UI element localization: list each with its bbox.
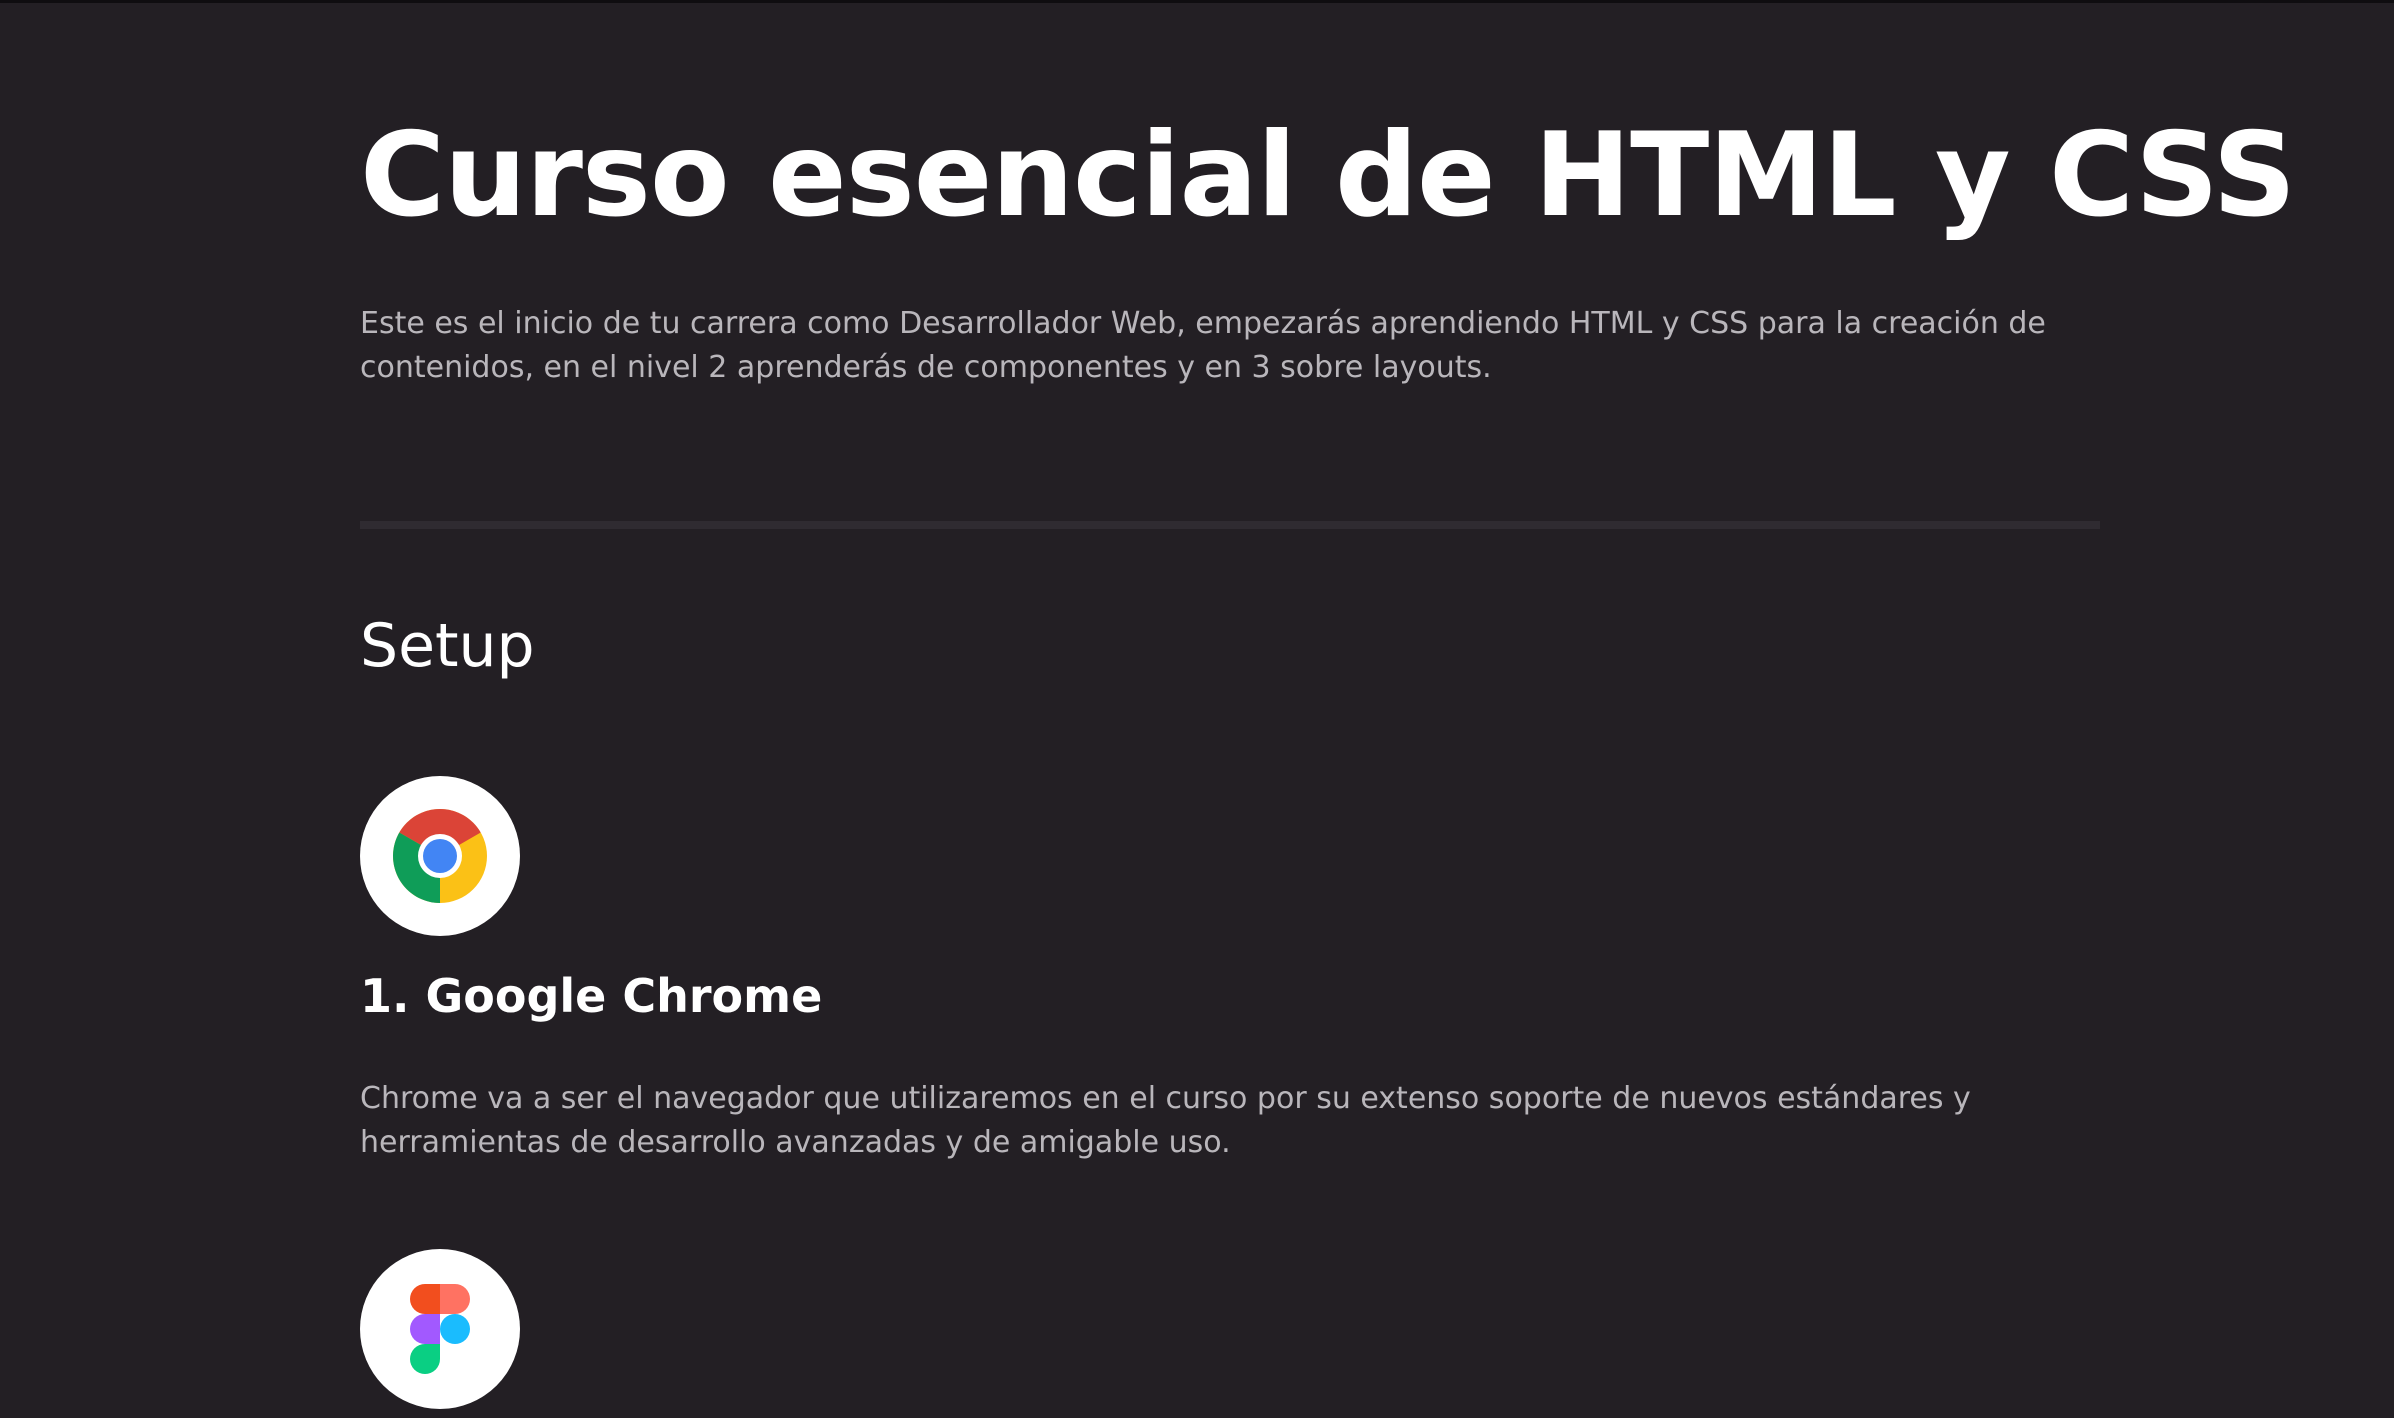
- figma-logo: [360, 1249, 520, 1409]
- chrome-icon: [393, 809, 487, 903]
- figma-icon: [410, 1284, 470, 1374]
- page-title: Curso esencial de HTML y CSS: [360, 108, 2296, 243]
- chrome-setup-title: 1. Google Chrome: [360, 969, 823, 1023]
- section-divider: [360, 521, 2100, 529]
- course-intro: Este es el inicio de tu carrera como Des…: [360, 306, 2046, 385]
- chrome-setup-description: Chrome va a ser el navegador que utiliza…: [360, 1081, 1971, 1160]
- setup-section-title: Setup: [360, 611, 535, 681]
- chrome-logo: [360, 776, 520, 936]
- window-top-border: [0, 0, 2394, 3]
